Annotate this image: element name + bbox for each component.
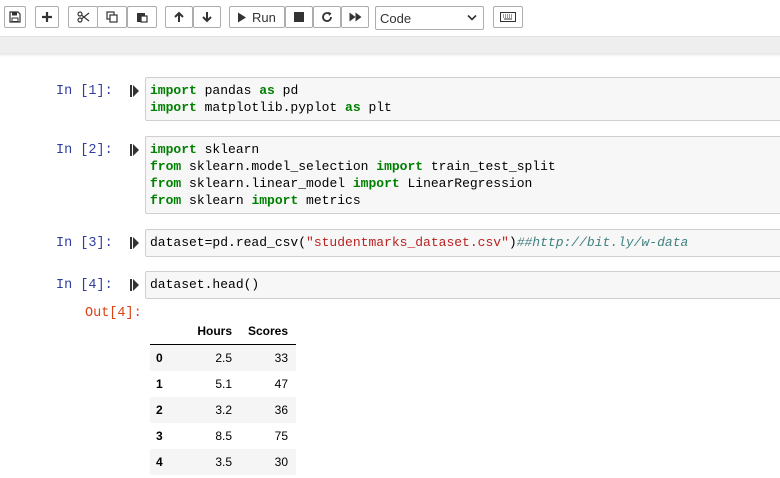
move-up-button[interactable] bbox=[165, 6, 193, 28]
copy-icon bbox=[106, 11, 118, 23]
notebook-toolbar: Run Code bbox=[0, 0, 780, 36]
table-row: 4 3.5 30 bbox=[150, 449, 297, 475]
play-icon bbox=[238, 12, 246, 22]
run-cell-icon[interactable] bbox=[130, 85, 139, 97]
cell-4-output-prompt: Out[4]: bbox=[85, 306, 142, 321]
code-line: from sklearn.model_selection import trai… bbox=[150, 159, 556, 174]
index-header bbox=[150, 318, 180, 345]
interrupt-button[interactable] bbox=[285, 6, 313, 28]
cell-3-input[interactable]: dataset=pd.read_csv("studentmarks_datase… bbox=[145, 229, 780, 257]
cell-hours: 3.2 bbox=[215, 403, 232, 417]
code-line: from sklearn.linear_model import LinearR… bbox=[150, 176, 533, 191]
cell-hours: 3.5 bbox=[215, 455, 232, 469]
code-line: import sklearn bbox=[150, 142, 260, 157]
save-icon bbox=[9, 11, 21, 23]
arrow-up-icon bbox=[174, 11, 184, 22]
code-line: dataset=pd.read_csv("studentmarks_datase… bbox=[150, 235, 689, 250]
cell-scores: 33 bbox=[274, 351, 289, 365]
cell-hours: 5.1 bbox=[215, 377, 232, 391]
cell-4-prompt: In [4]: bbox=[56, 278, 113, 293]
row-index: 0 bbox=[156, 351, 163, 365]
table-header-row: Hours Scores bbox=[150, 318, 297, 345]
move-down-button[interactable] bbox=[193, 6, 221, 28]
copy-button[interactable] bbox=[97, 6, 127, 28]
code-line: import pandas as pd bbox=[150, 83, 299, 98]
row-index: 4 bbox=[156, 455, 163, 469]
paste-button[interactable] bbox=[127, 6, 157, 28]
table-row: 1 5.1 47 bbox=[150, 371, 296, 397]
run-label: Run bbox=[252, 9, 276, 25]
fast-forward-icon bbox=[349, 12, 361, 22]
cell-type-value: Code bbox=[380, 10, 412, 26]
chevron-down-icon bbox=[467, 14, 477, 21]
cell-type-select[interactable]: Code bbox=[375, 6, 484, 30]
cell-3-prompt: In [3]: bbox=[56, 236, 113, 251]
row-index: 2 bbox=[156, 403, 163, 417]
toolbar-shadow bbox=[0, 53, 780, 57]
scissors-icon bbox=[76, 11, 89, 23]
code-line: import matplotlib.pyplot as plt bbox=[150, 100, 392, 115]
code-line: from sklearn import metrics bbox=[150, 193, 361, 208]
restart-icon bbox=[322, 11, 332, 22]
restart-run-all-button[interactable] bbox=[341, 6, 369, 28]
cell-scores: 30 bbox=[274, 455, 289, 469]
cut-button[interactable] bbox=[68, 6, 98, 28]
cell-1-prompt: In [1]: bbox=[56, 84, 113, 99]
cell-scores: 36 bbox=[274, 403, 289, 417]
column-header-hours: Hours bbox=[180, 318, 240, 345]
cell-1-input[interactable]: import pandas as pd import matplotlib.py… bbox=[145, 77, 780, 121]
plus-icon bbox=[42, 12, 52, 22]
row-index: 3 bbox=[156, 429, 163, 443]
restart-button[interactable] bbox=[313, 6, 341, 28]
table-row: 3 8.5 75 bbox=[150, 423, 296, 449]
run-cell-icon[interactable] bbox=[130, 144, 139, 156]
table-row: 2 3.2 36 bbox=[150, 397, 297, 423]
insert-cell-button[interactable] bbox=[35, 6, 59, 28]
command-palette-button[interactable] bbox=[493, 6, 523, 28]
cell-hours: 8.5 bbox=[215, 429, 232, 443]
arrow-down-icon bbox=[202, 12, 212, 23]
cell-hours: 2.5 bbox=[215, 351, 232, 365]
table-row: 0 2.5 33 bbox=[150, 344, 297, 371]
code-line: dataset.head() bbox=[150, 277, 260, 292]
column-header-scores: Scores bbox=[240, 318, 297, 345]
row-index: 1 bbox=[156, 377, 163, 391]
run-cell-icon[interactable] bbox=[130, 279, 139, 291]
cell-2-input[interactable]: import sklearn from sklearn.model_select… bbox=[145, 136, 780, 214]
cell-4-input[interactable]: dataset.head() bbox=[145, 271, 780, 299]
run-cell-icon[interactable] bbox=[130, 237, 139, 249]
paste-icon bbox=[137, 13, 148, 23]
toolbar-separator bbox=[0, 36, 780, 53]
stop-icon bbox=[294, 12, 304, 22]
run-button[interactable]: Run bbox=[229, 6, 285, 28]
cell-scores: 75 bbox=[274, 429, 289, 443]
cell-scores: 47 bbox=[274, 377, 289, 391]
cell-2-prompt: In [2]: bbox=[56, 143, 113, 158]
keyboard-icon bbox=[500, 12, 516, 22]
dataframe-table: Hours Scores 0 2.5 33 1 5.1 47 2 3.2 36 … bbox=[150, 318, 297, 475]
save-button[interactable] bbox=[4, 6, 26, 28]
